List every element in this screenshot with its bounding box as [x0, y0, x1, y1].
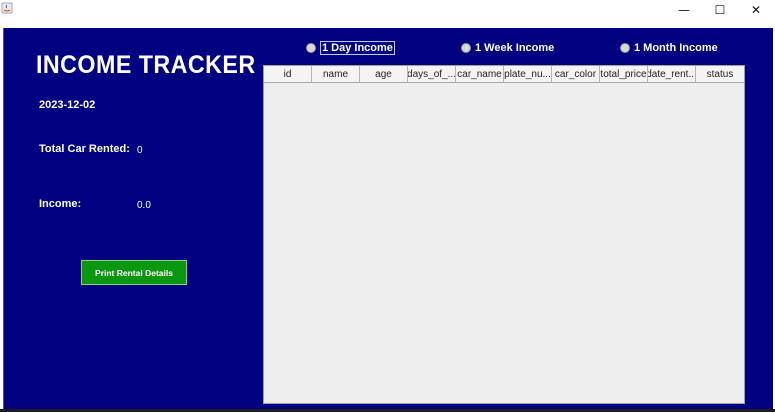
- table-body[interactable]: [264, 83, 744, 403]
- radio-indicator[interactable]: [620, 42, 630, 53]
- radio-1-month-income[interactable]: 1 Month Income: [620, 40, 718, 55]
- column-header-id[interactable]: id: [264, 66, 312, 82]
- column-header-status[interactable]: status: [696, 66, 744, 82]
- column-header-age[interactable]: age: [360, 66, 408, 82]
- column-header-days-of-rent[interactable]: days_of_...: [408, 66, 456, 82]
- java-app-icon: [1, 2, 13, 14]
- radio-1-week-income[interactable]: 1 Week Income: [461, 40, 554, 55]
- print-rental-details-button[interactable]: Print Rental Details: [81, 260, 187, 285]
- total-rented-value: 0: [137, 145, 143, 156]
- radio-label: 1 Month Income: [634, 41, 718, 54]
- column-header-plate-number[interactable]: plate_nu...: [504, 66, 552, 82]
- current-date: 2023-12-02: [39, 99, 96, 111]
- radio-label: 1 Day Income: [320, 40, 395, 55]
- column-header-total-price[interactable]: total_price: [600, 66, 648, 82]
- column-header-car-name[interactable]: car_name: [456, 66, 504, 82]
- column-header-name[interactable]: name: [312, 66, 360, 82]
- rentals-table[interactable]: id name age days_of_... car_name plate_n…: [263, 65, 745, 404]
- table-header: id name age days_of_... car_name plate_n…: [264, 66, 744, 83]
- page-title: INCOME TRACKER: [36, 51, 256, 79]
- title-bar: — ☐ ✕: [0, 0, 775, 20]
- radio-indicator[interactable]: [306, 42, 316, 53]
- column-header-car-color[interactable]: car_color: [552, 66, 600, 82]
- close-button[interactable]: ✕: [739, 0, 773, 20]
- total-rented-label: Total Car Rented:: [39, 143, 130, 155]
- minimize-button[interactable]: —: [667, 0, 701, 20]
- radio-1-day-income[interactable]: 1 Day Income: [306, 40, 395, 55]
- radio-label: 1 Week Income: [475, 41, 555, 54]
- income-value: 0.0: [137, 200, 151, 211]
- column-header-date-rented[interactable]: date_rent...: [648, 66, 696, 82]
- income-label: Income:: [39, 198, 82, 210]
- radio-indicator[interactable]: [461, 42, 471, 53]
- maximize-button[interactable]: ☐: [703, 0, 737, 20]
